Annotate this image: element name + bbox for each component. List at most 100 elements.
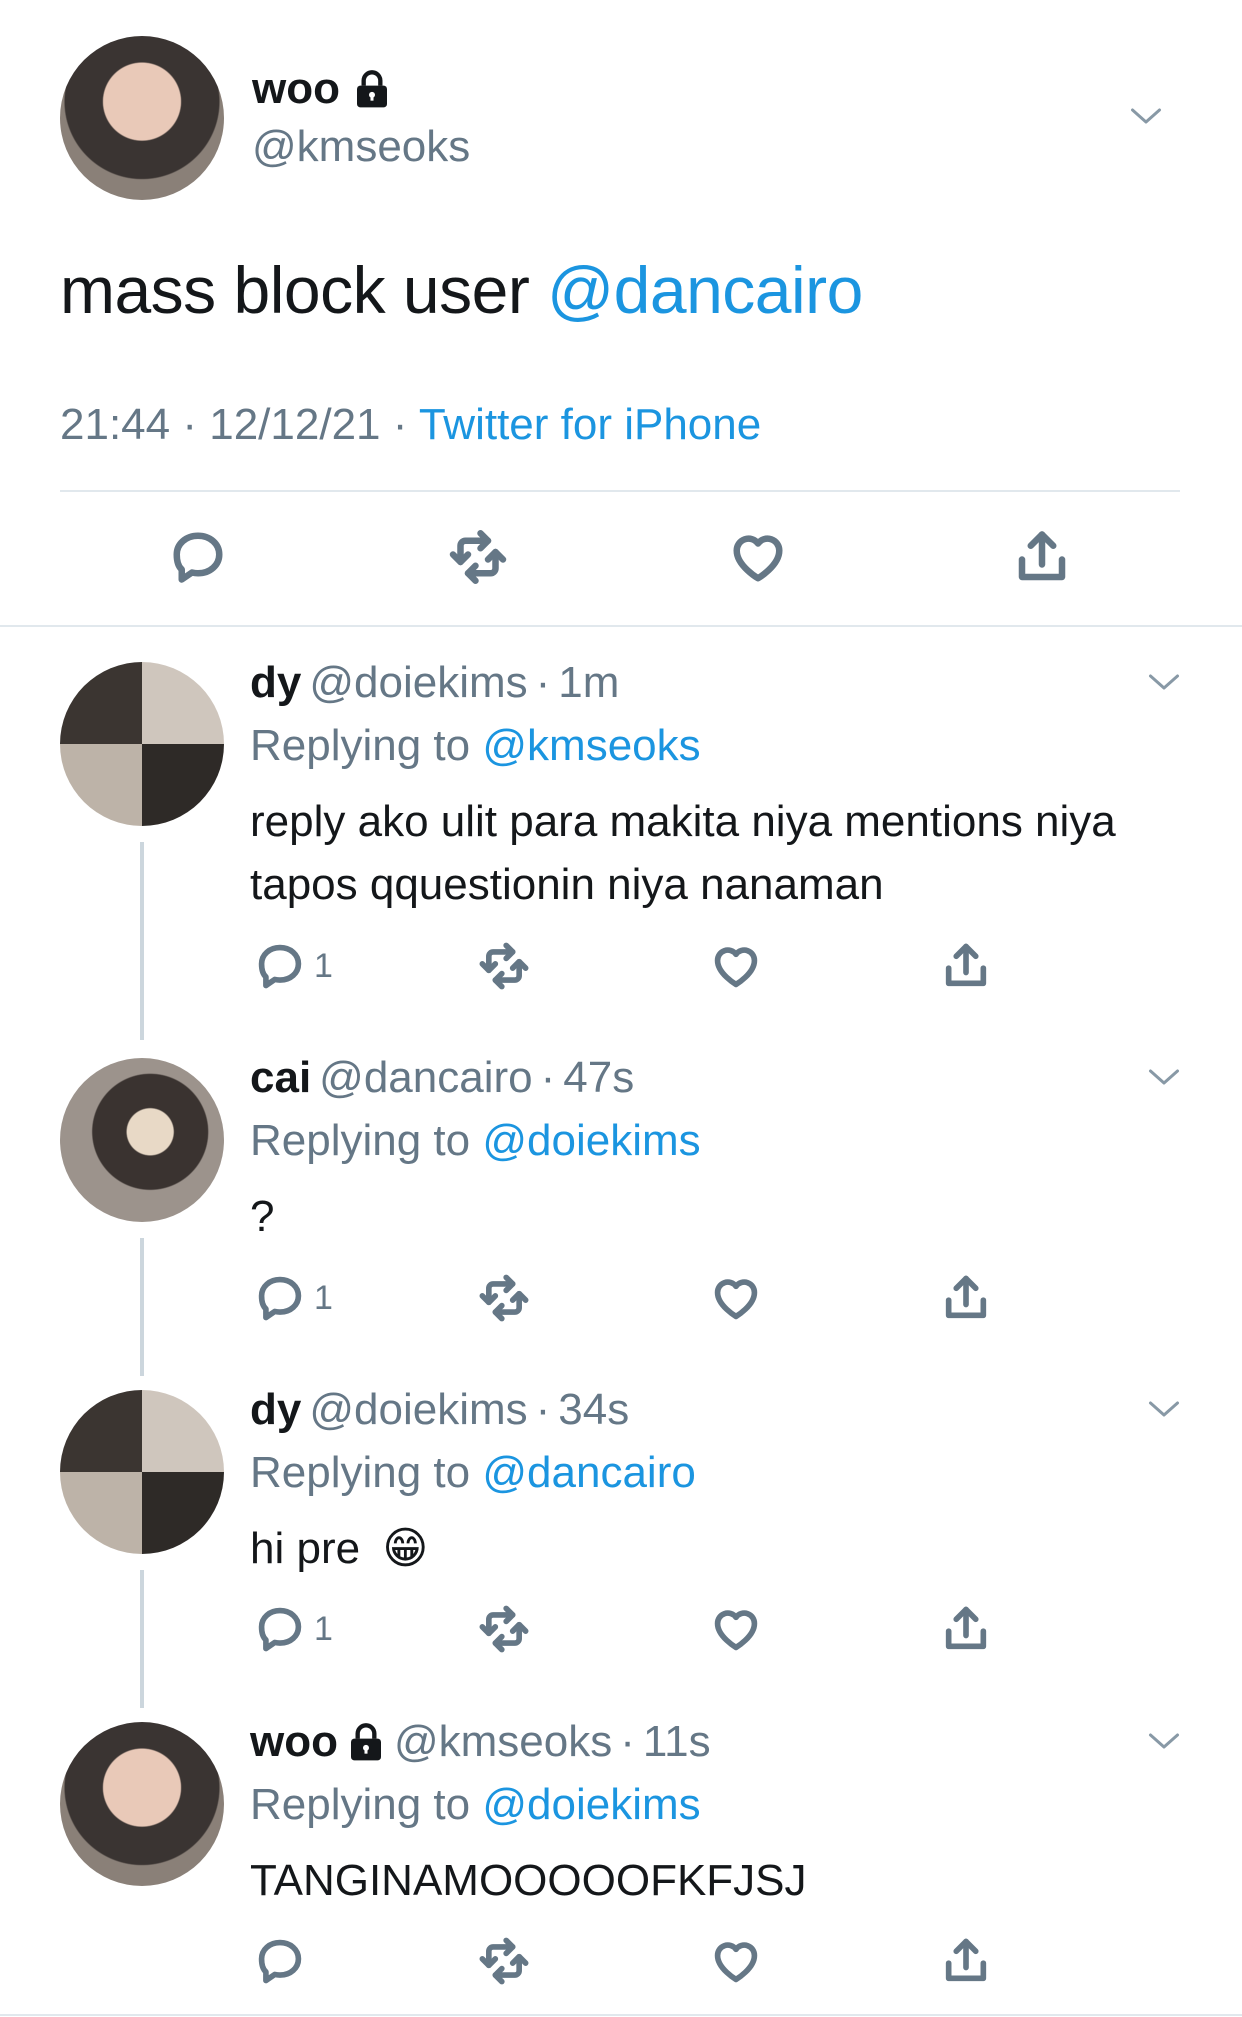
reply-author-name: dy xyxy=(250,1385,302,1434)
reply-button[interactable] xyxy=(254,1935,314,1987)
reply-header[interactable]: cai @dancairo · 47s xyxy=(250,1053,634,1103)
reply-avatar[interactable] xyxy=(60,1390,224,1554)
reply-count: 1 xyxy=(314,1609,333,1648)
like-button[interactable] xyxy=(728,527,788,587)
chevron-down-icon[interactable] xyxy=(1128,98,1164,134)
replying-to-line: Replying to @kmseoks xyxy=(250,721,701,771)
reply-avatar[interactable] xyxy=(60,662,224,826)
grinning-emoji-icon: 😁 xyxy=(382,1523,429,1574)
share-icon xyxy=(1018,531,1066,581)
reply-author-handle: @dancairo xyxy=(319,1053,533,1102)
replying-to-label: Replying to xyxy=(250,721,471,770)
author-name: woo xyxy=(252,64,340,113)
share-button[interactable] xyxy=(940,1603,992,1655)
retweet-icon xyxy=(479,1274,529,1322)
tweet-date: 12/12/21 xyxy=(209,400,381,449)
reply-author-handle: @doiekims xyxy=(309,658,528,707)
reply-button[interactable]: 1 xyxy=(254,1272,333,1324)
replying-to-link[interactable]: @kmseoks xyxy=(482,721,700,770)
reply-button[interactable] xyxy=(168,527,228,587)
reply-avatar[interactable] xyxy=(60,1058,224,1222)
heart-icon xyxy=(714,1942,758,1983)
chevron-down-icon[interactable] xyxy=(1146,1059,1182,1095)
share-icon xyxy=(945,1275,987,1319)
reply-time: 47s xyxy=(563,1053,635,1102)
like-button[interactable] xyxy=(710,1935,762,1987)
retweet-button[interactable] xyxy=(478,940,530,992)
reply-separator: · xyxy=(540,1053,556,1102)
reply-icon xyxy=(258,1276,302,1321)
reply-avatar[interactable] xyxy=(60,1722,224,1886)
reply-button[interactable]: 1 xyxy=(254,940,333,992)
reply-header[interactable]: dy @doiekims · 34s xyxy=(250,1385,629,1435)
thread-line xyxy=(140,842,144,1040)
reply-count: 1 xyxy=(314,1278,333,1317)
heart-icon xyxy=(714,1279,758,1320)
retweet-button[interactable] xyxy=(448,527,508,587)
lock-icon xyxy=(350,1723,381,1761)
retweet-button[interactable] xyxy=(478,1603,530,1655)
heart-icon xyxy=(733,535,783,582)
author-handle[interactable]: @kmseoks xyxy=(252,122,470,172)
replying-to-link[interactable]: @dancairo xyxy=(482,1448,695,1497)
reply-text: ? xyxy=(250,1192,275,1241)
meta-separator: · xyxy=(392,400,408,449)
replying-to-link[interactable]: @doiekims xyxy=(482,1780,700,1829)
replying-to-label: Replying to xyxy=(250,1116,471,1165)
share-icon xyxy=(945,1606,987,1650)
share-icon xyxy=(945,943,987,987)
like-button[interactable] xyxy=(710,1272,762,1324)
reply-separator: · xyxy=(535,1385,551,1434)
chevron-down-icon[interactable] xyxy=(1146,1723,1182,1759)
reply-button[interactable]: 1 xyxy=(254,1603,333,1655)
share-button[interactable] xyxy=(940,1272,992,1324)
reply-author-handle: @kmseoks xyxy=(393,1717,613,1766)
mention-link[interactable]: @dancairo xyxy=(547,253,863,327)
bottom-divider xyxy=(0,2014,1242,2016)
thread-line xyxy=(140,1570,144,1708)
retweet-icon xyxy=(479,1937,529,1985)
tweet-text-body: mass block user xyxy=(60,253,548,327)
reply-author-name: dy xyxy=(250,658,302,707)
retweet-button[interactable] xyxy=(478,1272,530,1324)
share-icon xyxy=(945,1938,987,1982)
reply-text-row: hi pre 😁 xyxy=(250,1517,1130,1580)
reply-count: 1 xyxy=(314,946,333,985)
reply-icon xyxy=(173,532,223,583)
heart-icon xyxy=(714,947,758,988)
author-avatar[interactable] xyxy=(60,36,224,200)
tweet-meta: 21:44 · 12/12/21 · Twitter for iPhone xyxy=(60,400,761,450)
replying-to-label: Replying to xyxy=(250,1780,471,1829)
chevron-down-icon[interactable] xyxy=(1146,664,1182,700)
share-button[interactable] xyxy=(1012,527,1072,587)
share-button[interactable] xyxy=(940,1935,992,1987)
reply-header[interactable]: woo @kmseoks · 11s xyxy=(250,1717,711,1767)
share-button[interactable] xyxy=(940,940,992,992)
author-name-row[interactable]: woo xyxy=(252,64,392,114)
replying-to-line: Replying to @dancairo xyxy=(250,1448,696,1498)
tweet-source-link[interactable]: Twitter for iPhone xyxy=(419,400,761,449)
reply-author-name: cai xyxy=(250,1053,312,1102)
replying-to-label: Replying to xyxy=(250,1448,471,1497)
reply-icon xyxy=(258,1939,302,1984)
reply-time: 11s xyxy=(642,1717,711,1766)
like-button[interactable] xyxy=(710,940,762,992)
tweet-time: 21:44 xyxy=(60,400,171,449)
heart-icon xyxy=(714,1610,758,1651)
like-button[interactable] xyxy=(710,1603,762,1655)
reply-author-name: woo xyxy=(250,1717,338,1766)
replying-to-link[interactable]: @doiekims xyxy=(482,1116,700,1165)
reply-separator: · xyxy=(535,658,551,707)
chevron-down-icon[interactable] xyxy=(1146,1391,1182,1427)
reply-text: reply ako ulit para makita niya mentions… xyxy=(250,797,1116,909)
reply-text: TANGINAMOOOOOFKFJSJ xyxy=(250,1856,807,1905)
retweet-icon xyxy=(449,530,507,584)
reply-icon xyxy=(258,1607,302,1652)
reply-author-handle: @doiekims xyxy=(309,1385,528,1434)
meta-separator: · xyxy=(182,400,197,449)
retweet-button[interactable] xyxy=(478,1935,530,1987)
reply-header[interactable]: dy @doiekims · 1m xyxy=(250,658,619,708)
section-divider xyxy=(0,625,1242,627)
thread-line xyxy=(140,1238,144,1376)
reply-time: 34s xyxy=(558,1385,630,1434)
